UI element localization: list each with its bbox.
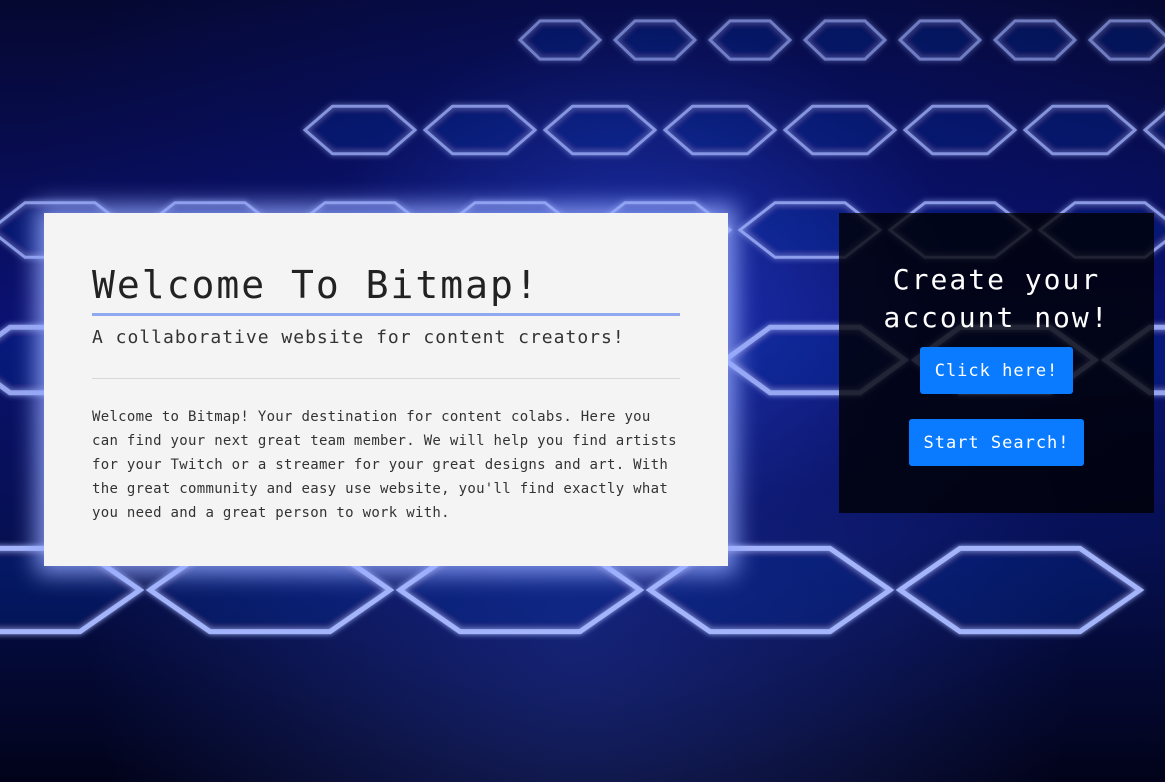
hexagon-shape <box>1142 110 1165 150</box>
signup-heading: Create your account now! <box>883 263 1110 334</box>
hexagon-shape <box>1022 104 1138 156</box>
hexagon-shape <box>517 19 603 61</box>
hexagon-shape <box>897 19 983 61</box>
hexagon-shape <box>422 104 538 156</box>
hexagon-shape <box>802 19 888 61</box>
welcome-description: Welcome to Bitmap! Your destination for … <box>92 409 677 521</box>
welcome-card: Welcome To Bitmap! A collaborative websi… <box>44 213 728 566</box>
hexagon-shape <box>542 104 658 156</box>
hexagon-shape <box>902 104 1018 156</box>
divider <box>92 378 680 379</box>
hexagon-shape <box>1087 19 1165 61</box>
hexagon-shape <box>612 19 698 61</box>
page-subtitle: A collaborative website for content crea… <box>92 327 625 348</box>
create-account-button[interactable]: Click here! <box>920 347 1073 394</box>
hexagon-shape <box>707 19 793 61</box>
page-title: Welcome To Bitmap! <box>92 261 680 316</box>
hexagon-shape <box>992 19 1078 61</box>
hexagon-shape <box>895 545 1145 635</box>
hexagon-shape <box>302 104 418 156</box>
signup-panel: Create your account now! Click here! Sta… <box>839 213 1154 513</box>
start-search-button[interactable]: Start Search! <box>909 419 1084 466</box>
hexagon-shape <box>782 104 898 156</box>
hexagon-shape <box>662 104 778 156</box>
